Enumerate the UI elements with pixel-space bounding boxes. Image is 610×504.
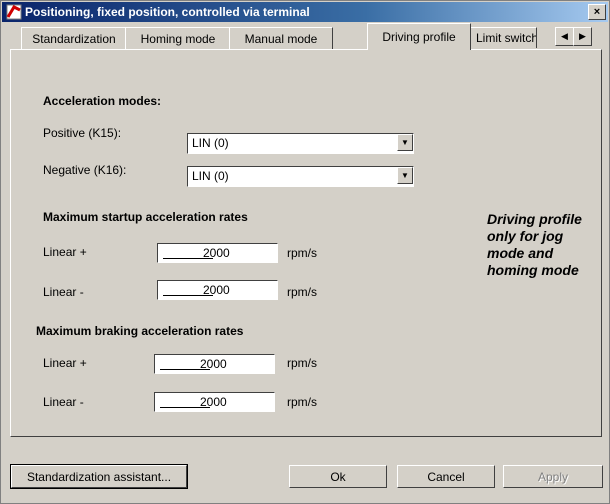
standardization-assistant-button[interactable]: Standardization assistant... xyxy=(10,464,188,489)
startup-linear-minus-input[interactable]: 2000 xyxy=(157,280,278,300)
startup-linear-plus-unit: rpm/s xyxy=(287,246,317,260)
braking-linear-plus-input[interactable]: 2000 xyxy=(154,354,275,374)
ok-button[interactable]: Ok xyxy=(289,465,387,488)
close-icon: × xyxy=(593,5,601,18)
tab-scroll-right-button[interactable]: ▶ xyxy=(573,27,592,46)
app-icon xyxy=(6,4,22,20)
chevron-down-icon[interactable]: ▼ xyxy=(397,134,413,151)
tab-manual-mode[interactable]: Manual mode xyxy=(229,27,333,49)
positive-label: Positive (K15): xyxy=(43,126,122,140)
window-title: Positioning, fixed position, controlled … xyxy=(25,5,310,19)
tab-scroll-left-button[interactable]: ◀ xyxy=(555,27,574,46)
apply-button[interactable]: Apply xyxy=(503,465,603,488)
arrow-right-icon: ▶ xyxy=(579,31,586,41)
braking-linear-minus-input[interactable]: 2000 xyxy=(154,392,275,412)
startup-linear-minus-label: Linear - xyxy=(43,285,84,299)
negative-acceleration-select[interactable]: LIN (0) ▼ xyxy=(187,166,414,187)
tab-standardization[interactable]: Standardization xyxy=(21,27,127,49)
startup-heading: Maximum startup acceleration rates xyxy=(43,210,248,224)
startup-linear-plus-input[interactable]: 2000 xyxy=(157,243,278,263)
close-button[interactable]: × xyxy=(588,4,606,20)
positive-acceleration-select[interactable]: LIN (0) ▼ xyxy=(187,133,414,154)
acceleration-modes-heading: Acceleration modes: xyxy=(43,94,162,108)
braking-linear-plus-label: Linear + xyxy=(43,356,87,370)
braking-linear-minus-unit: rpm/s xyxy=(287,395,317,409)
cancel-button[interactable]: Cancel xyxy=(397,465,495,488)
braking-linear-plus-unit: rpm/s xyxy=(287,356,317,370)
arrow-left-icon: ◀ xyxy=(561,31,568,41)
tab-limit-switch[interactable]: Limit switch xyxy=(469,27,537,48)
startup-linear-minus-unit: rpm/s xyxy=(287,285,317,299)
dialog-window: Positioning, fixed position, controlled … xyxy=(0,0,610,504)
startup-linear-plus-label: Linear + xyxy=(43,245,87,259)
braking-linear-minus-label: Linear - xyxy=(43,395,84,409)
chevron-down-icon[interactable]: ▼ xyxy=(397,167,413,184)
negative-label: Negative (K16): xyxy=(43,163,127,177)
tab-homing-mode[interactable]: Homing mode xyxy=(125,27,231,49)
braking-heading: Maximum braking acceleration rates xyxy=(36,324,244,338)
tab-driving-profile[interactable]: Driving profile xyxy=(367,23,471,50)
driving-profile-note: Driving profile only for jog mode and ho… xyxy=(487,211,582,278)
title-bar: Positioning, fixed position, controlled … xyxy=(2,2,608,22)
